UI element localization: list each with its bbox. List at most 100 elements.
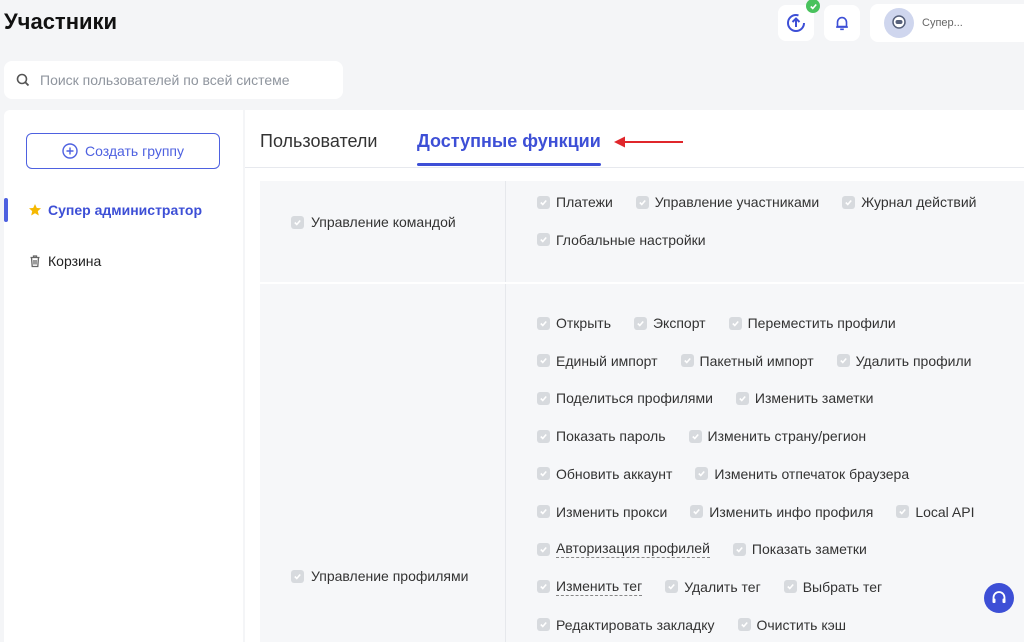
permission-item[interactable]: Удалить тег [665, 579, 761, 595]
permission-label: Изменить тег [556, 577, 643, 596]
permission-item[interactable]: Экспорт [633, 315, 706, 331]
permission-label: Экспорт [652, 315, 706, 331]
permission-item[interactable]: Изменить тег [537, 577, 643, 596]
create-group-label: Создать группу [85, 143, 184, 159]
permission-label: Пакетный импорт [699, 352, 814, 369]
permission-item[interactable]: Глобальные настройки [537, 232, 706, 248]
astronaut-icon [892, 15, 906, 29]
checkbox[interactable] [537, 505, 550, 518]
permission-line: Авторизация профилей Показать заметки [537, 539, 890, 559]
checkbox[interactable] [291, 215, 304, 229]
permission-line: Единый импорт Пакетный импорт Удалить проф… [537, 351, 994, 371]
permission-line: Редактировать закладку Очистить кэш [537, 615, 869, 635]
checkbox[interactable] [537, 618, 550, 632]
permission-label: Переместить профили [747, 315, 896, 331]
tab-available-functions[interactable]: Доступные функции [417, 131, 601, 152]
checkbox[interactable] [665, 580, 679, 594]
permission-label: Показать заметки [751, 541, 867, 558]
bell-icon [836, 16, 848, 31]
checkbox[interactable] [537, 429, 550, 443]
group-item-super-admin[interactable]: Супер администратор [4, 196, 243, 224]
permission-item[interactable]: Очистить кэш [737, 616, 847, 633]
permission-item[interactable]: Единый импорт [537, 353, 658, 369]
permission-label: Редактировать закладку [556, 616, 715, 633]
main-panel: Пользователи Доступные функции Управлени… [245, 110, 1024, 642]
checkbox[interactable] [537, 467, 550, 481]
permission-item[interactable]: Журнал действий [842, 194, 976, 210]
permission-line: Показать пароль Изменить страну/регион [537, 426, 889, 446]
checkbox[interactable] [635, 195, 649, 209]
permission-item[interactable]: Показать заметки [732, 541, 867, 558]
permission-item[interactable]: Изменить инфо профиля [690, 504, 873, 520]
checkbox[interactable] [291, 569, 304, 583]
group-label: Супер администратор [48, 202, 203, 218]
permission-label: Изменить заметки [754, 390, 874, 407]
permission-item[interactable]: Изменить прокси [537, 504, 667, 520]
permission-item[interactable]: Выбрать тег [783, 579, 882, 595]
permission-item[interactable]: Авторизация профилей [537, 540, 710, 559]
checkbox[interactable] [680, 354, 694, 368]
checkbox[interactable] [896, 505, 910, 518]
permission-item[interactable]: Открыть [537, 315, 611, 331]
group-item-trash[interactable]: Корзина [4, 247, 243, 275]
permission-item[interactable]: Изменить заметки [735, 390, 874, 407]
support-chat-button[interactable] [984, 583, 1014, 613]
permission-group-profiles[interactable]: Управление профилями [291, 568, 468, 584]
permission-item[interactable]: Local API [896, 504, 974, 520]
permission-item[interactable]: Редактировать закладку [537, 617, 715, 633]
permission-item[interactable]: Переместить профили [728, 315, 896, 331]
checkbox[interactable] [633, 316, 647, 330]
sync-button[interactable] [778, 0, 820, 41]
permission-line: Глобальные настройки [537, 230, 729, 250]
page-title: Участники [4, 9, 118, 34]
permission-item[interactable]: Изменить страну/регион [688, 428, 867, 445]
checkbox[interactable] [783, 580, 797, 594]
permission-group-cell [260, 284, 506, 642]
permission-label: Управление участниками [654, 194, 820, 210]
permission-item[interactable]: Изменить отпечаток браузера [695, 466, 909, 482]
user-name: Супер... [922, 17, 963, 29]
checkbox[interactable] [537, 233, 550, 246]
permission-item[interactable]: Платежи [537, 194, 613, 210]
checkbox[interactable] [728, 316, 742, 330]
user-menu[interactable]: Супер... [870, 4, 1024, 42]
group-label: Корзина [48, 253, 102, 269]
checkbox[interactable] [695, 467, 709, 481]
permission-item[interactable]: Поделиться профилями [537, 390, 713, 406]
permission-item[interactable]: Управление участниками [635, 194, 820, 210]
permission-label: Глобальные настройки [556, 231, 706, 248]
avatar [884, 8, 914, 38]
checkbox[interactable] [836, 354, 850, 368]
permission-group-label: Управление командой [311, 214, 456, 230]
annotation-arrow-icon [614, 136, 683, 148]
checkbox[interactable] [537, 391, 550, 405]
permission-label: Изменить страну/регион [707, 428, 867, 445]
checkbox[interactable] [537, 316, 550, 330]
checkbox[interactable] [537, 542, 550, 556]
permission-row-profiles: Управление профилями Открыть Экспорт Перем… [260, 284, 1024, 642]
checkbox[interactable] [735, 391, 749, 405]
checkbox[interactable] [537, 195, 550, 209]
permission-row-team: Управление командой Платежи Управление уч… [260, 181, 1024, 282]
permission-group-team[interactable]: Управление командой [291, 214, 456, 230]
checkbox[interactable] [732, 542, 746, 556]
create-group-button[interactable]: Создать группу [26, 133, 220, 169]
checkbox[interactable] [537, 354, 550, 368]
permission-item[interactable]: Показать пароль [537, 428, 666, 444]
permission-item[interactable]: Пакетный импорт [680, 352, 814, 369]
checkbox[interactable] [690, 505, 704, 518]
notifications-button[interactable] [824, 5, 860, 41]
check-badge-icon [806, 0, 820, 13]
checkbox[interactable] [737, 618, 751, 632]
active-tab-underline [417, 163, 601, 166]
permission-item[interactable]: Удалить профили [836, 353, 971, 369]
tab-bar: Пользователи Доступные функции [245, 110, 1024, 168]
checkbox[interactable] [688, 429, 702, 443]
checkbox[interactable] [537, 580, 550, 594]
permission-item[interactable]: Обновить аккаунт [537, 466, 672, 482]
tab-users[interactable]: Пользователи [260, 131, 377, 152]
search-input[interactable] [38, 71, 332, 89]
permission-label: Удалить тег [684, 578, 761, 595]
permission-label: Очистить кэш [756, 616, 847, 633]
checkbox[interactable] [842, 195, 856, 209]
